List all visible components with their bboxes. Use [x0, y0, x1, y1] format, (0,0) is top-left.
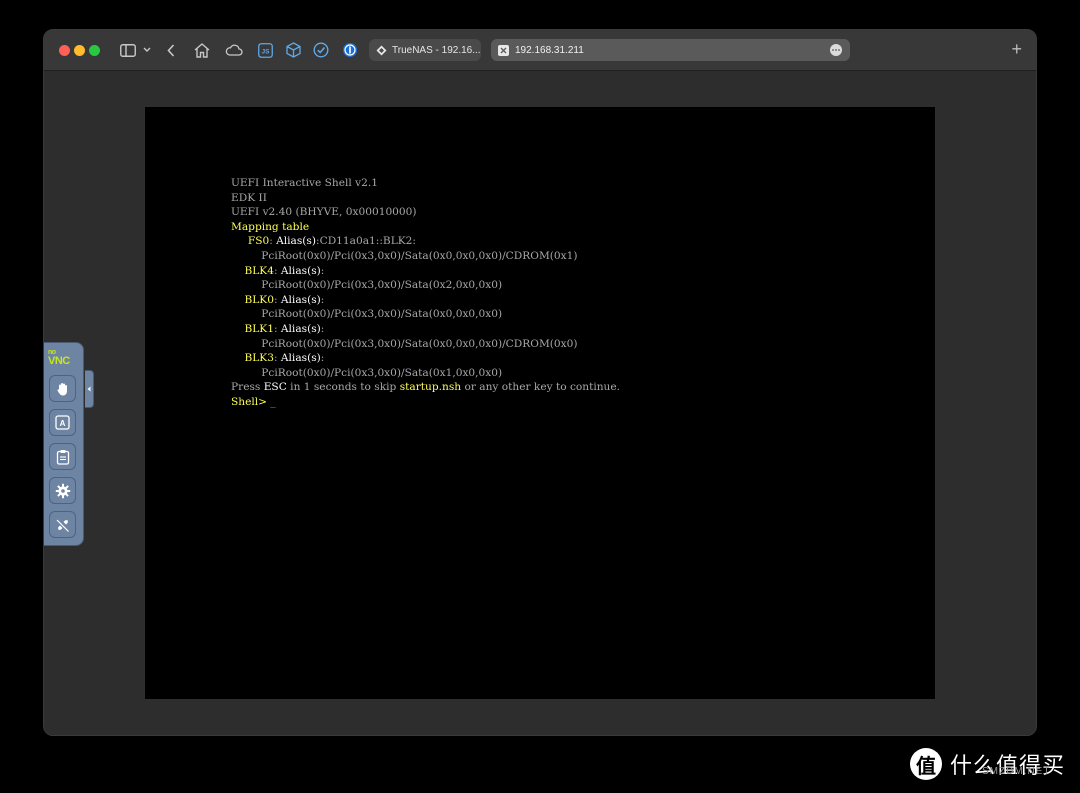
keyboard-icon[interactable]: A: [49, 409, 76, 436]
back-icon[interactable]: [164, 40, 178, 60]
console-line: BLK0: Alias(s):: [231, 293, 620, 308]
settings-icon[interactable]: [49, 477, 76, 504]
console-line: Press ESC in 1 seconds to skip startup.n…: [231, 380, 620, 395]
uefi-shell-console: UEFI Interactive Shell v2.1 EDK II UEFI v2…: [231, 176, 620, 410]
console-line: BLK1: Alias(s):: [231, 322, 620, 337]
check-extension-icon[interactable]: [312, 40, 330, 60]
console-text: BLK4: [231, 264, 274, 277]
page-favicon-icon: [498, 44, 509, 56]
console-text: PciRoot(0x0)/Pci(0x3,0x0)/Sata(0x0,0x0,0…: [231, 308, 503, 321]
truenas-icon: [375, 44, 387, 56]
novnc-bar-handle[interactable]: [85, 370, 94, 408]
svg-text:A: A: [60, 419, 66, 428]
more-options-icon[interactable]: [830, 44, 842, 56]
console-text: :: [273, 352, 281, 365]
console-text: Mapping table: [231, 220, 310, 233]
console-text: BLK0: [231, 293, 274, 306]
close-window-button[interactable]: [59, 45, 70, 56]
console-text: Alias(s): [276, 235, 317, 248]
console-line: Shell> _: [231, 395, 620, 410]
console-line: PciRoot(0x0)/Pci(0x3,0x0)/Sata(0x0,0x0,0…: [231, 337, 620, 352]
home-icon[interactable]: [193, 40, 211, 60]
url-text: 192.168.31.211: [515, 44, 584, 56]
tab-truenas[interactable]: TrueNAS - 192.16...: [369, 39, 481, 61]
console-text: PciRoot(0x0)/Pci(0x3,0x0)/Sata(0x2,0x0,0…: [231, 279, 503, 292]
cube-extension-icon[interactable]: [284, 40, 302, 60]
minimize-window-button[interactable]: [74, 45, 85, 56]
console-line: UEFI v2.40 (BHYVE, 0x00010000): [231, 205, 620, 220]
novnc-logo: no VNC: [48, 348, 70, 367]
console-text: PciRoot(0x0)/Pci(0x3,0x0)/Sata(0x1,0x0,0…: [231, 366, 503, 379]
console-text: :: [320, 322, 325, 335]
maximize-window-button[interactable]: [89, 45, 100, 56]
browser-toolbar: JS TrueNAS - 192.16... 192.168.31.211 +: [44, 30, 1036, 71]
console-text: :: [320, 293, 325, 306]
console-line: PciRoot(0x0)/Pci(0x3,0x0)/Sata(0x0,0x0,0…: [231, 249, 620, 264]
watermark-subtext: SMZDM.NET: [982, 766, 1051, 777]
novnc-control-bar: no VNC A: [44, 342, 84, 546]
console-line: Mapping table: [231, 220, 620, 235]
password-extension-icon[interactable]: [341, 40, 359, 60]
console-text: :: [320, 264, 325, 277]
cloud-icon[interactable]: [224, 40, 244, 60]
console-line: FS0: Alias(s):CD11a0a1::BLK2:: [231, 234, 620, 249]
disconnect-icon[interactable]: [49, 511, 76, 538]
console-text: FS0: [231, 235, 270, 248]
console-text: Alias(s): [280, 293, 321, 306]
vnc-screen[interactable]: UEFI Interactive Shell v2.1 EDK II UEFI v2…: [145, 107, 935, 699]
svg-text:JS: JS: [261, 48, 270, 55]
console-text: :: [320, 352, 325, 365]
console-text: ESC: [263, 381, 287, 394]
console-text: EDK II: [231, 191, 267, 204]
drag-hand-icon[interactable]: [49, 375, 76, 402]
console-text: Shell>: [231, 395, 271, 408]
address-bar[interactable]: 192.168.31.211: [491, 39, 850, 61]
console-text: :: [273, 264, 281, 277]
console-text: PciRoot(0x0)/Pci(0x3,0x0)/Sata(0x0,0x0,0…: [231, 249, 578, 262]
console-line: BLK3: Alias(s):: [231, 351, 620, 366]
page-content: UEFI Interactive Shell v2.1 EDK II UEFI v2…: [44, 71, 1036, 735]
console-text: UEFI Interactive Shell v2.1: [231, 177, 379, 189]
js-extension-icon[interactable]: JS: [256, 40, 274, 60]
watermark-logo-icon: 值: [910, 748, 942, 780]
console-text: BLK3: [231, 352, 274, 365]
console-text: Alias(s): [280, 322, 321, 335]
console-line: UEFI Interactive Shell v2.1: [231, 176, 620, 191]
chevron-down-icon[interactable]: [142, 40, 152, 60]
console-text: or any other key to continue.: [461, 381, 621, 394]
console-line: BLK4: Alias(s):: [231, 264, 620, 279]
console-text: Alias(s): [280, 264, 321, 277]
console-line: EDK II: [231, 191, 620, 206]
console-line: PciRoot(0x0)/Pci(0x3,0x0)/Sata(0x1,0x0,0…: [231, 366, 620, 381]
console-text: UEFI v2.40 (BHYVE, 0x00010000): [231, 206, 417, 219]
browser-window: JS TrueNAS - 192.16... 192.168.31.211 + …: [43, 29, 1037, 736]
console-text: BLK1: [231, 322, 274, 335]
console-text: startup.nsh: [399, 381, 462, 394]
console-text: :: [273, 293, 281, 306]
console-text: :: [273, 322, 281, 335]
console-line: PciRoot(0x0)/Pci(0x3,0x0)/Sata(0x0,0x0,0…: [231, 307, 620, 322]
console-text: Press: [231, 381, 264, 394]
clipboard-icon[interactable]: [49, 443, 76, 470]
sidebar-icon[interactable]: [119, 40, 137, 60]
console-text: PciRoot(0x0)/Pci(0x3,0x0)/Sata(0x0,0x0,0…: [231, 337, 578, 350]
console-line: PciRoot(0x0)/Pci(0x3,0x0)/Sata(0x2,0x0,0…: [231, 278, 620, 293]
new-tab-button[interactable]: +: [1011, 39, 1022, 59]
console-text: _: [270, 395, 276, 408]
console-text: :CD11a0a1::BLK2:: [316, 235, 416, 248]
console-text: Alias(s): [280, 352, 321, 365]
console-text: in 1 seconds to skip: [286, 381, 400, 394]
tab-title: TrueNAS - 192.16...: [392, 44, 481, 56]
novnc-logo-bottom: VNC: [48, 355, 70, 367]
